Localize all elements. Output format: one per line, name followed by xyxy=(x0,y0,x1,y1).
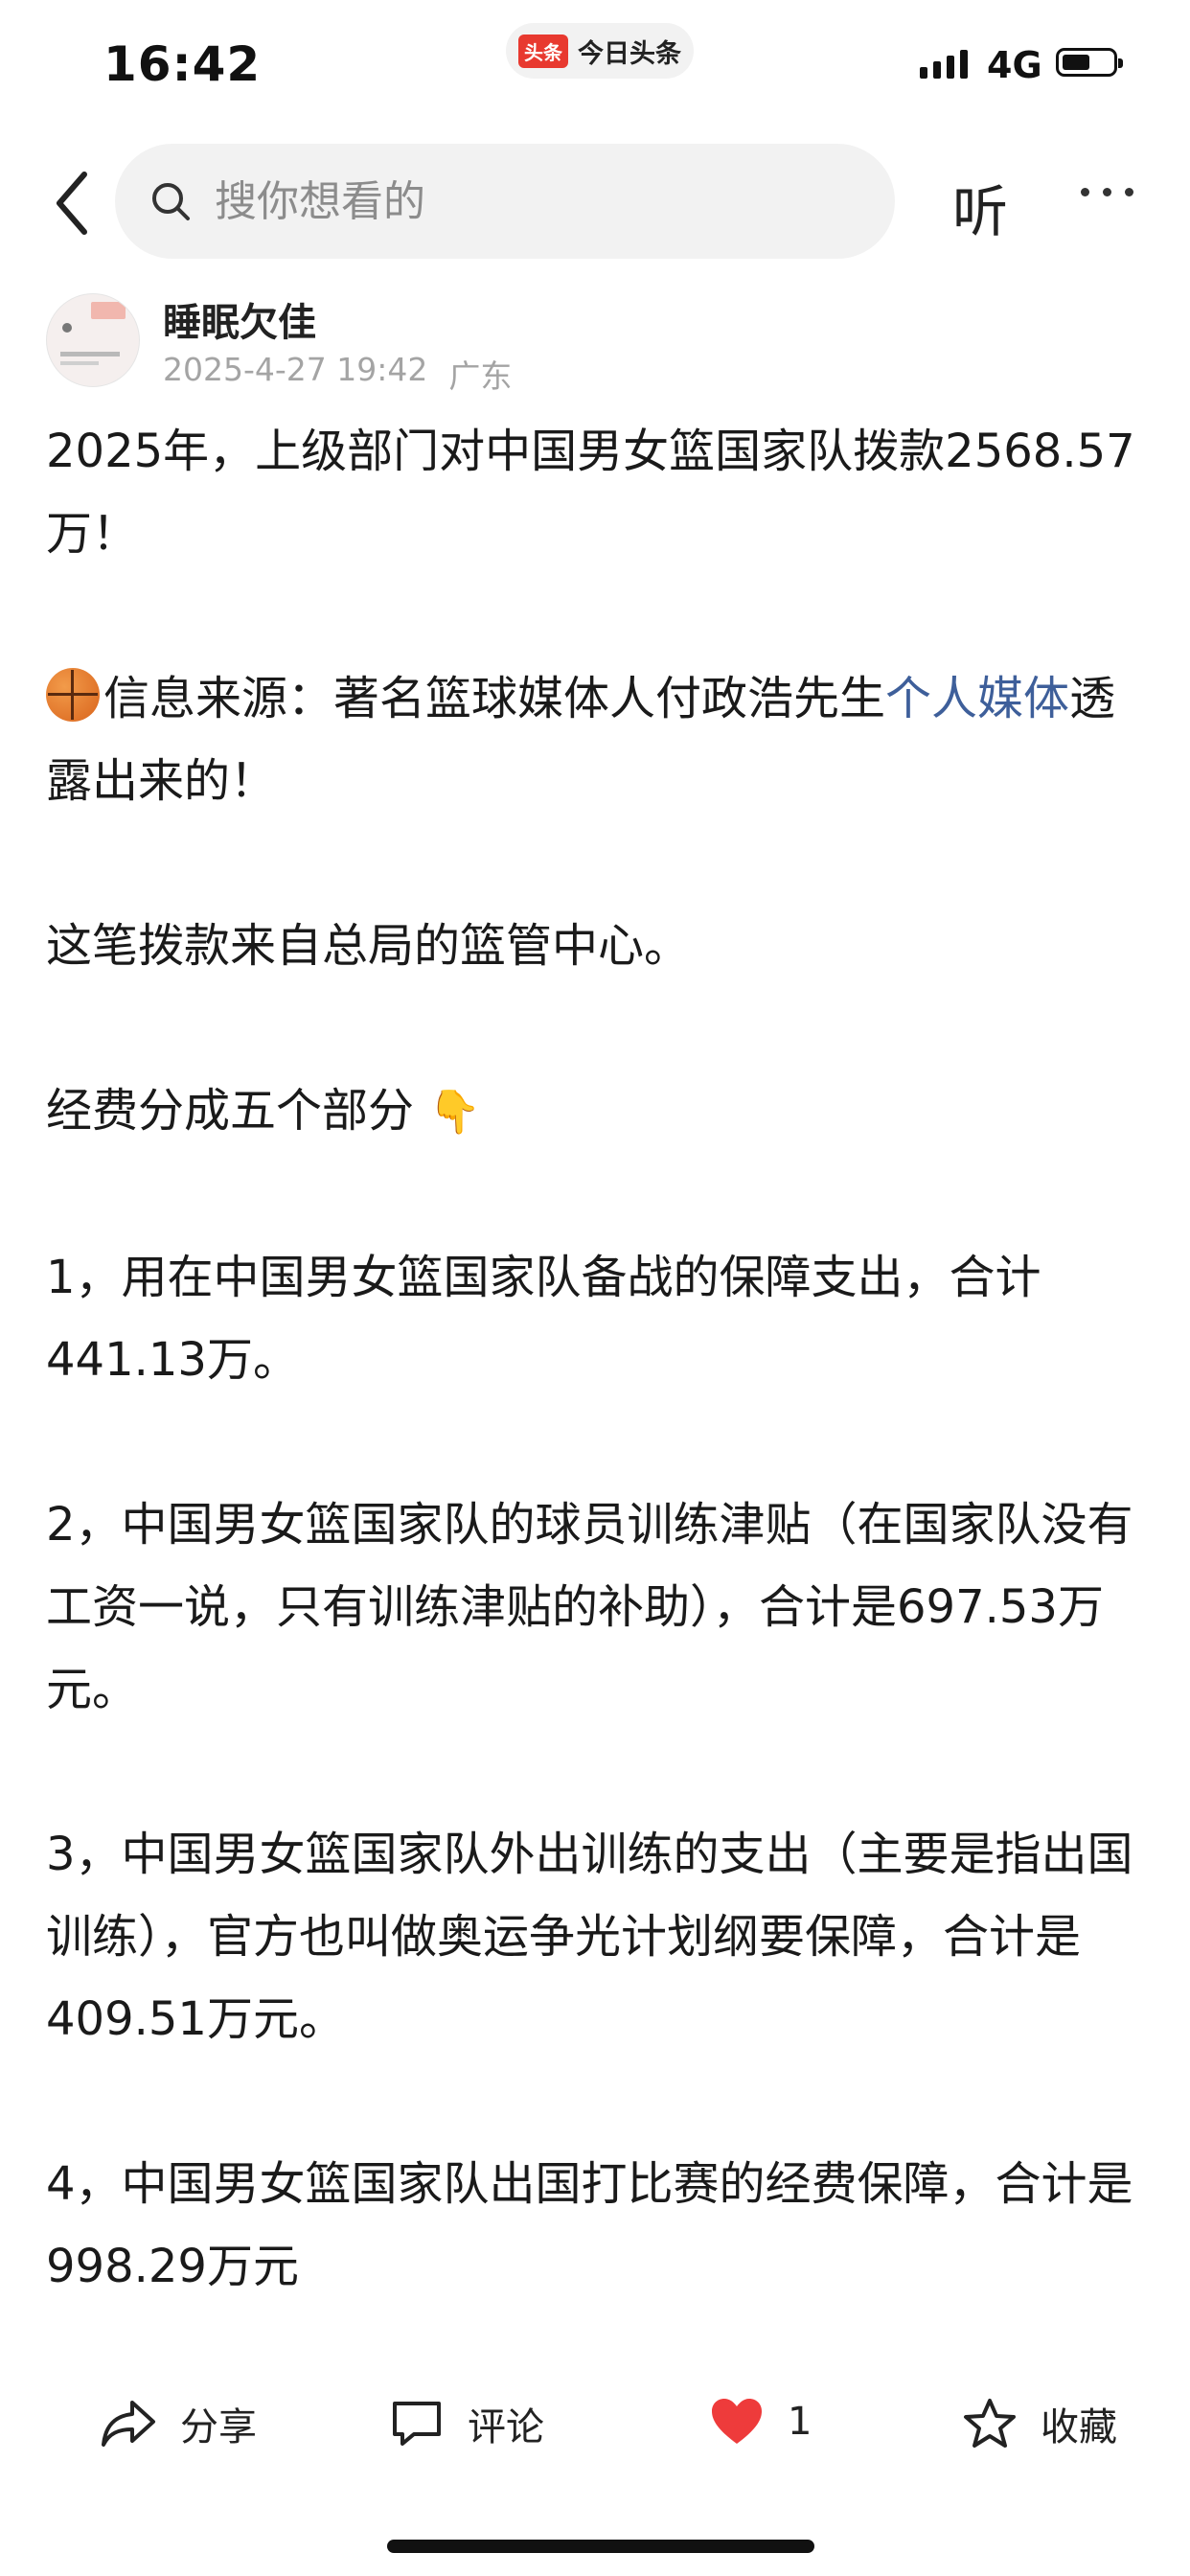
status-time: 16:42 xyxy=(103,36,262,92)
avatar[interactable] xyxy=(46,293,140,387)
article-paragraph: 4，中国男女篮国家队出国打比赛的经费保障，合计是998.29万元 xyxy=(46,2157,1133,2293)
like-button[interactable]: 1 xyxy=(709,2396,812,2448)
article-paragraph: 3，中国男女篮国家队外出训练的支出（主要是指出国训练），官方也叫做奥运争光计划纲… xyxy=(46,1828,1133,2046)
back-button[interactable] xyxy=(46,165,103,242)
search-icon xyxy=(152,183,190,220)
chevron-left-icon xyxy=(57,172,87,235)
signal-icon xyxy=(920,50,968,79)
media-link[interactable]: 个人媒体 xyxy=(885,672,1069,725)
favorite-button[interactable]: 收藏 xyxy=(962,2396,1117,2451)
article-body: 2025年，上级部门对中国男女篮国家队拨款2568.57万！ 信息来源：著名篮球… xyxy=(46,410,1148,2390)
more-options-icon[interactable] xyxy=(1081,188,1133,196)
search-input[interactable] xyxy=(213,175,839,227)
article-paragraph: 1，用在中国男女篮国家队备战的保障支出，合计441.13万。 xyxy=(46,1251,1041,1387)
article-paragraph: 2025年，上级部门对中国男女篮国家队拨款2568.57万！ xyxy=(46,425,1135,561)
comment-icon xyxy=(393,2402,441,2446)
post-location: 广东 xyxy=(448,357,513,395)
share-label: 分享 xyxy=(180,2405,257,2450)
post-meta: 2025-4-27 19:42 广东 xyxy=(163,351,512,397)
home-indicator[interactable] xyxy=(387,2540,814,2553)
share-icon xyxy=(102,2401,155,2447)
search-bar[interactable] xyxy=(115,144,895,259)
app-indicator-pill[interactable]: 头条 今日头条 xyxy=(506,23,694,79)
listen-button[interactable]: 听 xyxy=(952,167,1008,247)
article-paragraph-source: 信息来源：著名篮球媒体人付政浩先生个人媒体透露出来的！ xyxy=(46,657,1148,822)
heart-icon xyxy=(712,2399,762,2444)
article-paragraph-parts: 经费分成五个部分 👇 xyxy=(46,1084,482,1138)
pointing-down-hand-icon: 👇 xyxy=(428,1088,482,1137)
favorite-label: 收藏 xyxy=(1041,2405,1117,2450)
battery-icon xyxy=(1056,48,1123,77)
post-date: 2025-4-27 19:42 xyxy=(163,351,428,388)
article-paragraph: 2，中国男女篮国家队的球员训练津贴（在国家队没有工资一说，只有训练津贴的补助），… xyxy=(46,1498,1133,1716)
network-label: 4G xyxy=(987,44,1042,86)
basketball-icon xyxy=(46,668,100,722)
star-icon xyxy=(964,2399,1016,2448)
comment-label: 评论 xyxy=(468,2405,544,2450)
like-count: 1 xyxy=(788,2400,812,2444)
comment-button[interactable]: 评论 xyxy=(389,2396,544,2451)
app-name: 今日头条 xyxy=(578,38,681,69)
author-name[interactable]: 睡眠欠佳 xyxy=(163,291,316,347)
share-button[interactable]: 分享 xyxy=(100,2396,257,2451)
article-paragraph: 这笔拨款来自总局的篮管中心。 xyxy=(46,919,691,973)
app-badge: 头条 xyxy=(518,34,568,68)
